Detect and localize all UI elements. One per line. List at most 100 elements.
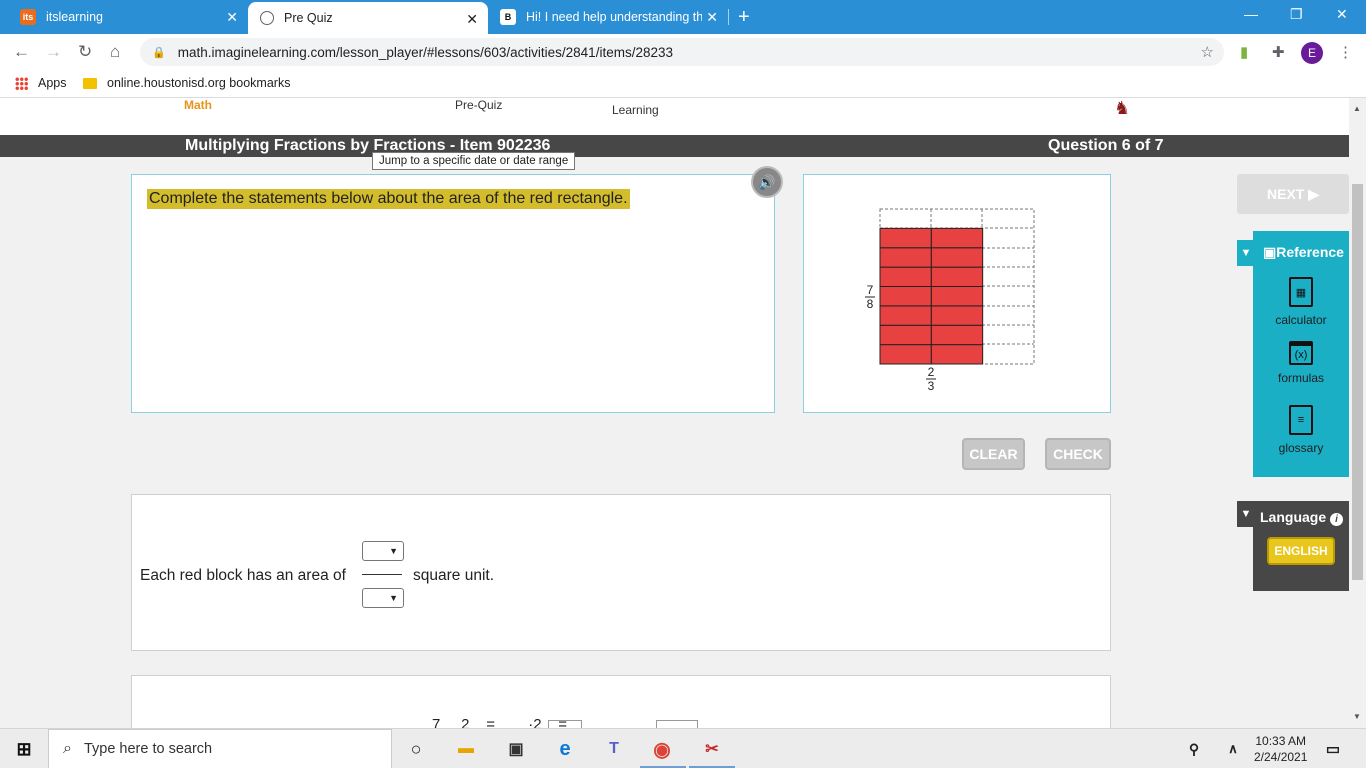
menu-dots-icon[interactable]: ⋮ [1338,43,1353,61]
itslearning-favicon-icon: its [20,9,36,25]
fraction-bar [362,574,402,575]
answer-box[interactable] [656,720,698,728]
formulas-icon: (x) [1289,341,1313,365]
window-close-icon[interactable]: ✕ [1336,6,1348,23]
back-arrow-icon[interactable]: ← [13,42,30,62]
red-block [879,324,932,346]
side-label-denominator: 8 [867,297,874,311]
chrome-icon[interactable]: ◉ [651,738,673,761]
extension-icon[interactable]: ▮ [1240,43,1248,61]
tab-title: itslearning [46,10,103,24]
red-block [879,227,932,249]
red-block [930,344,984,365]
statement-prefix: Each red block has an area of [140,567,346,584]
bookmark-folder[interactable]: online.houstonisd.org bookmarks [83,76,290,90]
next-button[interactable]: NEXT ▶ [1237,174,1349,214]
forward-arrow-icon[interactable]: → [45,42,62,62]
check-button[interactable]: CHECK [1045,438,1111,470]
red-block [879,286,932,307]
language-panel: Language i ENGLISH [1253,501,1349,591]
teams-icon[interactable]: T [603,738,625,760]
close-icon[interactable]: ✕ [226,9,238,26]
task-view-icon[interactable]: ○ [405,738,427,760]
folder-icon [83,77,97,89]
edge-icon[interactable]: e [554,738,576,760]
bottom-label-denominator: 3 [928,379,935,393]
page-scrollbar[interactable]: ▲ ▼ [1349,98,1366,728]
nav-learning[interactable]: Learning [612,103,659,117]
red-block [930,324,984,346]
calculator-icon: ▦ [1289,277,1313,307]
prompt-text: Complete the statements below about the … [147,189,630,209]
address-bar[interactable]: 🔒 math.imaginelearning.com/lesson_player… [140,38,1224,66]
red-block [930,286,984,307]
numerator-dropdown[interactable]: ▼ [362,541,404,561]
profile-avatar[interactable]: E [1301,42,1323,64]
globe-icon [260,11,274,25]
tab-itslearning[interactable]: its itslearning ✕ [8,0,248,34]
question-counter: Question 6 of 7 [1048,137,1164,154]
puzzle-icon[interactable]: ✚ [1272,43,1285,61]
brainly-favicon-icon: B [500,9,516,25]
answer-box[interactable] [548,720,582,728]
red-block [879,247,932,268]
people-icon[interactable]: ⚲ [1183,738,1205,760]
red-block [930,305,984,326]
notification-icon[interactable]: ▭ [1322,738,1344,760]
close-icon[interactable]: ✕ [466,11,478,28]
apps-shortcut[interactable]: Apps [15,76,67,90]
new-tab-plus-icon[interactable]: + [738,6,750,29]
glossary-tool[interactable]: ≡ glossary [1253,405,1349,455]
lesson-top-nav: Math Pre-Quiz Learning ♞ [0,98,1349,135]
search-icon: ⌕ [63,740,72,757]
system-clock[interactable]: 10:33 AM 2/24/2021 [1254,733,1307,765]
tab-title: Pre Quiz [284,11,333,25]
info-icon[interactable]: i [1330,513,1344,526]
english-button[interactable]: ENGLISH [1267,537,1335,565]
scroll-down-arrow-icon[interactable]: ▼ [1353,712,1361,721]
reload-icon[interactable]: ↻ [78,42,92,62]
restore-icon[interactable]: ❐ [1290,6,1303,23]
tab-separator [728,9,729,25]
store-icon[interactable]: ▣ [505,738,527,760]
red-block [930,266,984,287]
clock-date: 2/24/2021 [1254,750,1308,764]
lock-icon[interactable]: 🔒 [152,46,166,59]
lesson-title-bar: Multiplying Fractions by Fractions - Ite… [0,135,1349,157]
side-label-numerator: 7 [867,283,874,297]
speaker-icon[interactable]: 🔊 [751,166,783,198]
scroll-up-arrow-icon[interactable]: ▲ [1353,104,1361,113]
red-block [930,227,984,249]
reference-panel: ▣Reference ▦ calculator (x) formulas ≡ g… [1253,231,1349,477]
clipboard-icon: ≡ [1289,405,1313,435]
tray-chevron-up-icon[interactable]: ∧ [1222,738,1244,760]
nav-math[interactable]: Math [184,98,212,112]
area-model-figure: 7 8 2 3 [865,208,1035,393]
windows-start-icon[interactable]: ⊞ [13,738,35,760]
calculator-label: calculator [1275,313,1327,327]
formulas-tool[interactable]: (x) formulas [1253,341,1349,385]
clear-button[interactable]: CLEAR [962,438,1025,470]
home-icon[interactable]: ⌂ [110,42,120,62]
taskbar-search[interactable]: ⌕ Type here to search [48,729,392,768]
tab-pre-quiz[interactable]: Pre Quiz ✕ [248,2,488,34]
reference-header[interactable]: ▣Reference [1263,244,1344,261]
formulas-label: formulas [1277,371,1324,385]
scrollbar-thumb[interactable] [1352,184,1363,580]
minimize-icon[interactable]: — [1244,6,1258,22]
file-explorer-icon[interactable]: ▬ [455,738,477,760]
bookmark-star-icon[interactable]: ☆ [1201,43,1214,61]
glossary-label: glossary [1278,441,1324,455]
calculator-tool[interactable]: ▦ calculator [1253,277,1349,327]
snipping-tool-icon[interactable]: ✂ [701,738,723,760]
apps-grid-icon [15,76,28,90]
tooltip: Jump to a specific date or date range [372,152,576,170]
lesson-page: Math Pre-Quiz Learning ♞ Multiplying Fra… [0,98,1349,728]
tab-title: Hi! I need help understanding th [526,10,702,24]
denominator-dropdown[interactable]: ▼ [362,588,404,608]
close-icon[interactable]: ✕ [706,9,718,26]
tab-brainly[interactable]: B Hi! I need help understanding th ✕ [488,0,728,34]
url-text: math.imaginelearning.com/lesson_player/#… [177,44,673,60]
nav-prequiz[interactable]: Pre-Quiz [455,98,502,112]
apps-label: Apps [38,76,67,90]
